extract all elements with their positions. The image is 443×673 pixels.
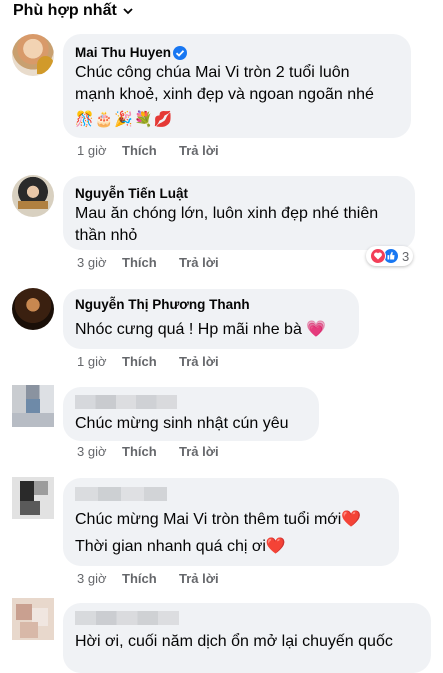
commenter-name[interactable]: Mai Thu Huyen	[75, 45, 188, 61]
comment-actions: 1 giờ Thích Trả lời	[77, 354, 219, 369]
reaction-count: 3	[402, 248, 410, 264]
avatar[interactable]	[12, 385, 54, 427]
like-link[interactable]: Thích	[122, 444, 179, 459]
comment-text: Thời gian nhanh quá chị ơi❤️	[75, 538, 286, 555]
reply-link[interactable]: Trả lời	[179, 444, 219, 459]
avatar[interactable]	[12, 175, 54, 217]
comment-time[interactable]: 1 giờ	[77, 143, 122, 158]
comment-text: Mau ăn chóng lớn, luôn xinh đẹp nhé thiê…	[75, 205, 379, 222]
avatar[interactable]	[12, 288, 54, 330]
verified-badge-icon	[173, 46, 188, 61]
comment-text: Chúc công chúa Mai Vi tròn 2 tuổi luôn	[75, 64, 350, 81]
commenter-name[interactable]: Nguyễn Thị Phương Thanh	[75, 297, 250, 312]
comment-text: Chúc mừng Mai Vi tròn thêm tuổi mới❤️	[75, 511, 362, 528]
comment-time[interactable]: 3 giờ	[77, 255, 122, 270]
comment-actions: 1 giờ Thích Trả lời	[77, 143, 219, 158]
comment-time[interactable]: 3 giờ	[77, 444, 122, 459]
reaction-summary[interactable]: 3	[366, 246, 414, 266]
avatar[interactable]	[12, 34, 54, 76]
like-link[interactable]: Thích	[122, 571, 179, 586]
like-link[interactable]: Thích	[122, 143, 179, 158]
reply-link[interactable]: Trả lời	[179, 571, 219, 586]
commenter-name-pixelated	[75, 395, 177, 409]
avatar[interactable]	[12, 477, 54, 519]
sort-dropdown[interactable]: Phù hợp nhất	[13, 0, 133, 22]
comment-actions: 3 giờ Thích Trả lời	[77, 571, 219, 586]
comment-emojis: 🎊🎂🎉💐💋	[75, 111, 174, 128]
avatar[interactable]	[12, 598, 54, 640]
like-link[interactable]: Thích	[122, 255, 179, 270]
commenter-name[interactable]: Nguyễn Tiến Luật	[75, 186, 188, 201]
chevron-down-icon	[123, 8, 133, 15]
comment-actions: 3 giờ Thích Trả lời	[77, 444, 219, 459]
comment-text: Hời ơi, cuối năm dịch ổn mở lại chuyến q…	[75, 633, 393, 650]
commenter-name-pixelated	[75, 611, 179, 625]
comment-time[interactable]: 1 giờ	[77, 354, 122, 369]
reply-link[interactable]: Trả lời	[179, 354, 219, 369]
comment-text: Chúc mừng sinh nhật cún yêu	[75, 415, 289, 432]
love-reaction-icon	[370, 248, 386, 264]
like-link[interactable]: Thích	[122, 354, 179, 369]
commenter-name-pixelated	[75, 487, 167, 501]
comment-actions: 3 giờ Thích Trả lời	[77, 255, 219, 270]
reply-link[interactable]: Trả lời	[179, 143, 219, 158]
comment-text: mạnh khoẻ, xinh đẹp và ngoan ngoãn nhé	[75, 86, 374, 103]
reply-link[interactable]: Trả lời	[179, 255, 219, 270]
comment-text: Nhóc cưng quá ! Hp mãi nhe bà 💗	[75, 321, 327, 338]
comment-text: thần nhỏ	[75, 227, 138, 244]
sort-label: Phù hợp nhất	[13, 2, 117, 19]
comment-time[interactable]: 3 giờ	[77, 571, 122, 586]
